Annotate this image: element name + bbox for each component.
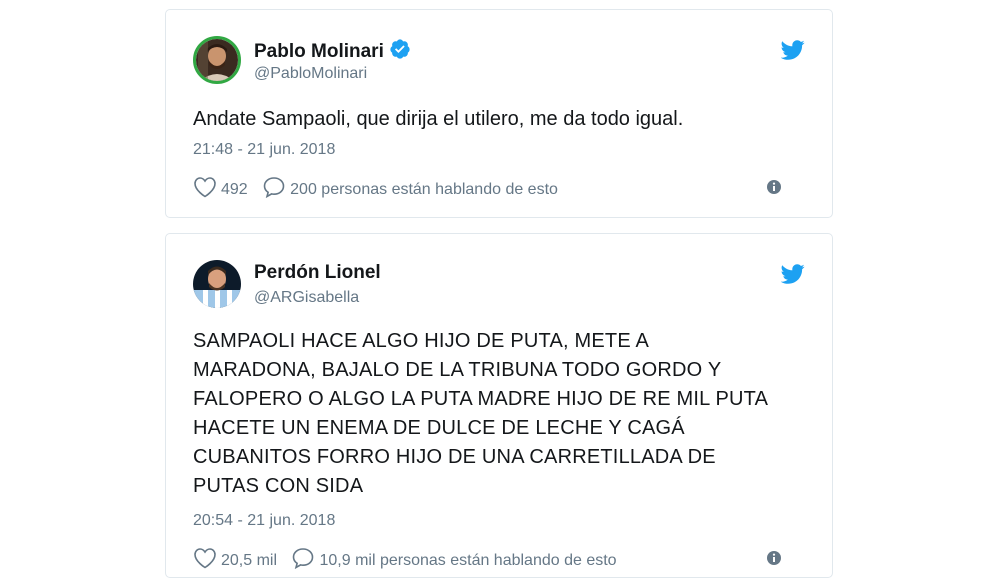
display-name[interactable]: Pablo Molinari xyxy=(254,38,411,66)
user-handle[interactable]: @ARGisabella xyxy=(254,289,359,307)
heart-icon xyxy=(193,176,221,203)
verified-badge-icon xyxy=(389,38,411,66)
info-icon[interactable] xyxy=(766,550,782,566)
comment-icon xyxy=(291,547,319,574)
tweet-timestamp[interactable]: 21:48 - 21 jun. 2018 xyxy=(193,141,335,159)
comment-icon xyxy=(262,176,290,203)
like-count: 492 xyxy=(221,180,248,198)
twitter-bird-icon[interactable] xyxy=(780,38,805,62)
tweet-card: Perdón Lionel @ARGisabella SAMPAOLI HACE… xyxy=(165,233,833,578)
conversation-text: 200 personas están hablando de esto xyxy=(290,180,558,198)
tweet-actions: 20,5 mil 10,9 mil personas están habland… xyxy=(193,547,805,571)
tweet-text: Andate Sampaoli, que dirija el utilero, … xyxy=(193,108,684,130)
author-name[interactable]: Pablo Molinari xyxy=(254,41,384,62)
tweet-card: Pablo Molinari @PabloMolinari Andate Sam… xyxy=(165,9,833,218)
tweet-actions: 492 200 personas están hablando de esto xyxy=(193,176,805,200)
heart-icon xyxy=(193,547,221,574)
reply-button[interactable]: 10,9 mil personas están hablando de esto xyxy=(291,547,617,574)
info-icon[interactable] xyxy=(766,179,782,195)
tweet-timestamp[interactable]: 20:54 - 21 jun. 2018 xyxy=(193,512,335,530)
user-handle[interactable]: @PabloMolinari xyxy=(254,65,367,83)
twitter-bird-icon[interactable] xyxy=(780,262,805,286)
like-button[interactable]: 20,5 mil xyxy=(193,547,277,574)
like-button[interactable]: 492 xyxy=(193,176,248,203)
author-name[interactable]: Perdón Lionel xyxy=(254,262,381,283)
tweet-text: SAMPAOLI HACE ALGO HIJO DE PUTA, METE A … xyxy=(193,330,769,497)
avatar[interactable] xyxy=(193,260,241,308)
display-name[interactable]: Perdón Lionel xyxy=(254,262,381,284)
avatar[interactable] xyxy=(193,36,241,84)
reply-button[interactable]: 200 personas están hablando de esto xyxy=(262,176,558,203)
